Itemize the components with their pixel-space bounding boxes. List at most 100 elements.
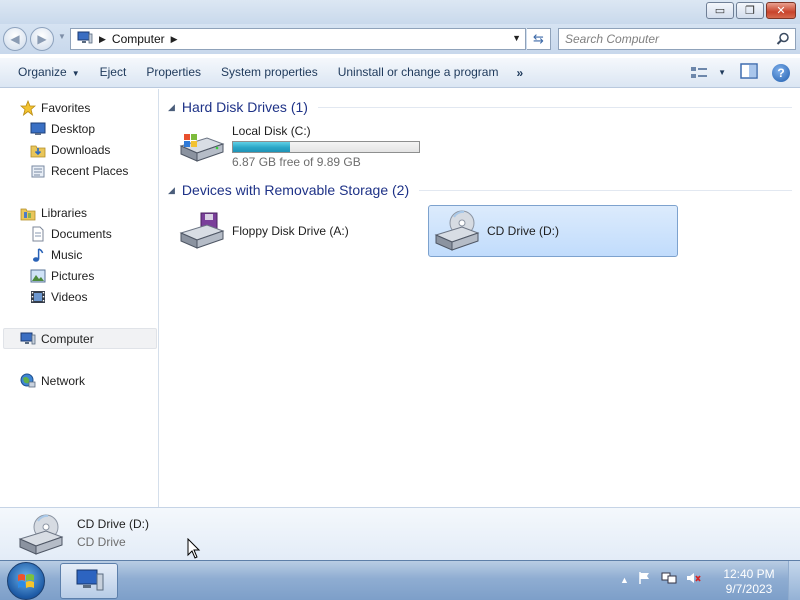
details-pane: CD Drive (D:) CD Drive	[0, 507, 800, 560]
preview-pane-icon	[740, 63, 758, 79]
system-properties-button[interactable]: System properties	[211, 57, 328, 88]
film-icon	[30, 289, 46, 305]
address-dropdown-icon[interactable]: ▼	[512, 33, 521, 43]
sidebar-item-label: Videos	[51, 289, 88, 304]
desktop-icon	[30, 121, 46, 137]
sidebar-item-pictures[interactable]: Pictures	[0, 265, 157, 286]
drive-name: Local Disk (C:)	[232, 123, 311, 138]
libraries-icon	[20, 205, 36, 221]
group-divider	[419, 189, 792, 191]
drive-local-disk-c[interactable]: Local Disk (C:) 6.87 GB free of 9.89 GB	[176, 120, 426, 172]
taskbar-explorer-button[interactable]	[60, 563, 118, 599]
breadcrumb-arrow-icon[interactable]: ▶	[99, 34, 106, 45]
organize-label: Organize	[18, 65, 67, 79]
volume-muted-icon[interactable]	[686, 571, 702, 588]
details-item-name: CD Drive (D:)	[77, 517, 149, 531]
breadcrumb-computer[interactable]: Computer	[112, 32, 165, 46]
pictures-icon	[30, 268, 46, 284]
breadcrumb-arrow-icon[interactable]: ▶	[171, 34, 178, 45]
sidebar-item-music[interactable]: Music	[0, 244, 157, 265]
sidebar-item-label: Documents	[51, 226, 112, 241]
show-desktop-button[interactable]	[788, 561, 800, 600]
taskbar-clock[interactable]: 12:40 PM 9/7/2023	[716, 567, 782, 597]
disk-usage-bar	[232, 140, 420, 153]
group-title: Devices with Removable Storage (2)	[181, 182, 410, 198]
drive-info: Local Disk (C:) 6.87 GB free of 9.89 GB	[232, 124, 420, 169]
recent-pages-dropdown[interactable]: ▼	[58, 32, 66, 41]
star-icon	[20, 99, 36, 116]
uninstall-program-button[interactable]: Uninstall or change a program	[328, 57, 509, 88]
group-title: Hard Disk Drives (1)	[181, 99, 308, 115]
cd-drive-icon	[431, 208, 481, 254]
back-button[interactable]: ◀	[3, 27, 27, 51]
navigation-pane: Favorites Desktop Downloads Recent Place…	[0, 89, 159, 507]
help-icon[interactable]: ?	[772, 63, 790, 82]
computer-icon	[77, 31, 93, 48]
drive-cd-d[interactable]: CD Drive (D:)	[428, 205, 678, 257]
group-header-hard-disks[interactable]: ◢ Hard Disk Drives (1)	[168, 97, 792, 117]
search-input[interactable]	[565, 29, 775, 49]
sidebar-item-desktop[interactable]: Desktop	[0, 118, 157, 139]
refresh-icon: ⇆	[533, 31, 544, 46]
minimize-button[interactable]: ▭	[706, 2, 734, 19]
maximize-button[interactable]: ❐	[736, 2, 764, 19]
sidebar-item-favorites[interactable]: Favorites	[0, 97, 157, 118]
chevron-down-icon: ▼	[71, 69, 80, 78]
properties-button[interactable]: Properties	[136, 57, 211, 88]
close-icon: ✕	[776, 5, 786, 17]
organize-button[interactable]: Organize ▼	[0, 57, 90, 88]
sidebar-item-libraries[interactable]: Libraries	[0, 202, 157, 223]
forward-button[interactable]: ▶	[30, 27, 54, 51]
group-header-removable-storage[interactable]: ◢ Devices with Removable Storage (2)	[168, 180, 792, 200]
collapse-triangle-icon[interactable]: ◢	[168, 102, 175, 113]
recent-places-icon	[30, 163, 46, 179]
sidebar-item-label: Favorites	[41, 100, 91, 115]
eject-button[interactable]: Eject	[90, 57, 137, 88]
more-commands-button[interactable]: »	[508, 66, 531, 80]
file-list-view: ◢ Hard Disk Drives (1) Local Disk (C:) 6…	[160, 89, 800, 507]
drive-free-space: 6.87 GB free of 9.89 GB	[232, 154, 361, 169]
sidebar-item-label: Libraries	[41, 205, 88, 220]
show-hidden-icons-button[interactable]: ▲	[620, 575, 629, 585]
taskbar: ▲ 12:40 PM 9/7/2023	[0, 560, 800, 600]
drive-floppy-a[interactable]: Floppy Disk Drive (A:)	[176, 205, 426, 257]
window-title-bar: ▭ ❐ ✕	[0, 0, 800, 24]
sidebar-item-label: Recent Places	[51, 163, 129, 178]
sidebar-item-network[interactable]: Network	[0, 370, 157, 391]
search-box[interactable]	[558, 28, 796, 50]
address-bar[interactable]: ▶ Computer ▶ ▼	[70, 28, 526, 50]
sidebar-item-label: Pictures	[51, 268, 95, 283]
drive-name: Floppy Disk Drive (A:)	[232, 224, 349, 238]
search-icon[interactable]	[776, 32, 790, 49]
disk-usage-fill	[233, 141, 290, 152]
preview-pane-button[interactable]	[740, 63, 758, 82]
sidebar-item-documents[interactable]: Documents	[0, 223, 157, 244]
group-divider	[317, 106, 792, 108]
collapse-triangle-icon[interactable]: ◢	[168, 185, 175, 196]
close-button[interactable]: ✕	[766, 2, 796, 19]
change-view-button[interactable]: ▼	[690, 66, 726, 80]
sidebar-item-label: Downloads	[51, 142, 111, 157]
sidebar-item-computer[interactable]: Computer	[3, 328, 157, 349]
drive-name: CD Drive (D:)	[487, 224, 559, 238]
sidebar-item-videos[interactable]: Videos	[0, 286, 157, 307]
details-item-type: CD Drive	[77, 535, 126, 549]
action-center-flag-icon[interactable]	[638, 571, 652, 588]
sidebar-item-label: Desktop	[51, 121, 96, 136]
command-bar: Organize ▼ Eject Properties System proper…	[0, 57, 800, 88]
hard-drive-icon	[176, 123, 226, 169]
sidebar-item-label: Music	[51, 247, 83, 262]
network-globe-icon	[20, 373, 36, 389]
sidebar-item-downloads[interactable]: Downloads	[0, 139, 157, 160]
maximize-icon: ❐	[745, 5, 755, 17]
floppy-drive-icon	[176, 208, 226, 254]
sidebar-item-recent-places[interactable]: Recent Places	[0, 160, 157, 181]
computer-icon	[20, 331, 36, 347]
windows-logo-icon	[18, 574, 34, 588]
sidebar-item-label: Network	[41, 373, 86, 388]
refresh-button[interactable]: ⇆	[527, 28, 551, 50]
minimize-icon: ▭	[714, 5, 726, 17]
start-button[interactable]	[7, 562, 45, 600]
view-controls: ▼ ?	[690, 63, 790, 82]
network-status-icon[interactable]	[661, 571, 677, 588]
